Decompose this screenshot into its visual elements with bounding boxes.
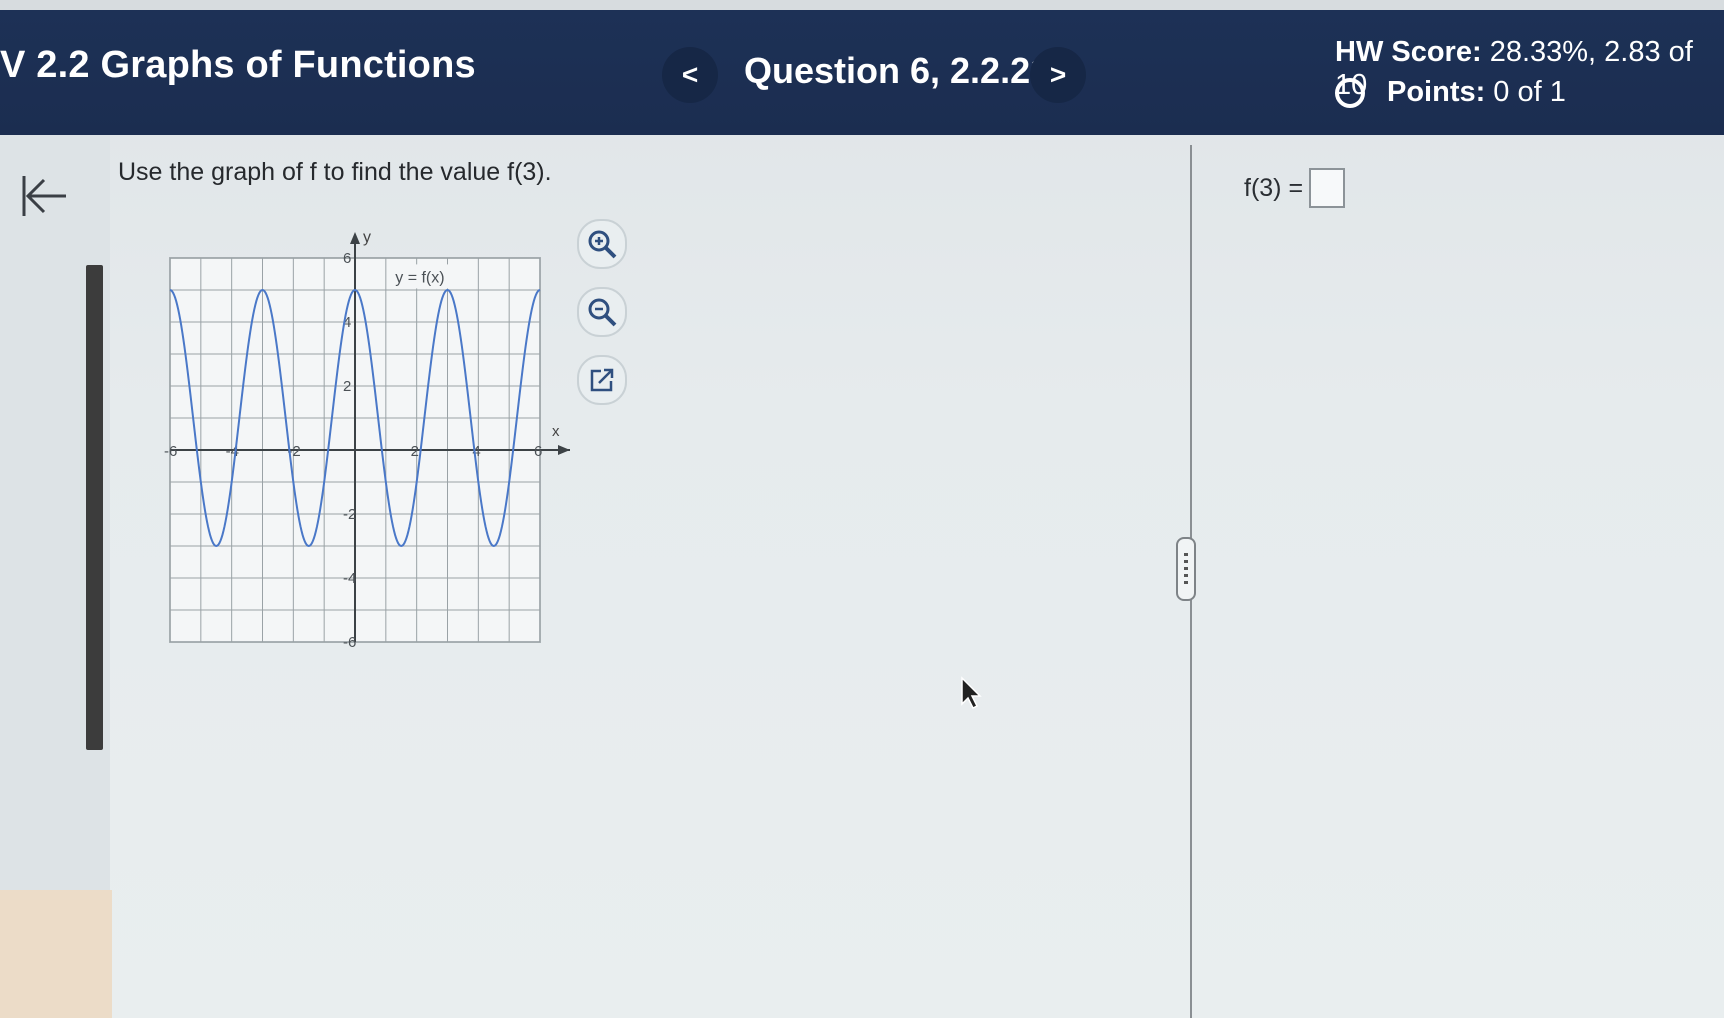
points-value: 0 of 1: [1493, 76, 1566, 108]
zoom-out-button[interactable]: [577, 287, 627, 337]
y-axis-label: y: [363, 229, 371, 246]
incomplete-circle-icon: [1335, 77, 1365, 108]
points-label: Points:: [1387, 76, 1486, 108]
scrollbar[interactable]: [86, 265, 103, 750]
zoom-in-button[interactable]: [577, 219, 627, 269]
arrow-left-bar-icon: [22, 176, 66, 216]
chevron-right-icon: >: [1049, 59, 1067, 90]
answer-input[interactable]: [1309, 168, 1346, 208]
mouse-cursor-icon: [960, 676, 982, 715]
popout-button[interactable]: [577, 355, 627, 405]
hw-score-label: HW Score:: [1335, 36, 1482, 68]
x-tick-label: 6: [534, 443, 542, 460]
left-rail-footer: [0, 890, 112, 1018]
top-strip: [0, 0, 1724, 10]
previous-question-button[interactable]: <: [662, 47, 718, 103]
next-question-button[interactable]: >: [1030, 47, 1086, 103]
x-tick-label: 2: [411, 443, 419, 460]
grip-dots-icon: [1184, 553, 1188, 585]
y-tick-label: 6: [343, 250, 351, 267]
y-axis-arrow-icon: [350, 232, 360, 244]
function-graph: yx-6 -4 -2 2 4 6642-2-4-6y = f(x): [164, 229, 570, 651]
zoom-in-icon: [588, 230, 617, 259]
points-status: Points: 0 of 1: [1335, 76, 1566, 109]
x-axis-label: x: [552, 423, 560, 440]
external-link-icon: [590, 368, 614, 392]
y-tick-label: -4: [343, 570, 356, 587]
header-bar: V 2.2 Graphs of Functions < Question 6, …: [0, 10, 1724, 135]
y-tick-label: -6: [343, 634, 356, 651]
y-tick-label: -2: [343, 506, 356, 523]
pane-resize-handle[interactable]: [1176, 537, 1196, 601]
x-axis-arrow-icon: [558, 445, 570, 455]
question-prompt: Use the graph of f to find the value f(3…: [118, 158, 552, 186]
x-tick-label: -6: [164, 443, 177, 460]
chevron-left-icon: <: [681, 59, 699, 90]
y-tick-label: 2: [343, 378, 351, 395]
question-title: Question 6, 2.2.21: [744, 50, 1051, 91]
collapse-panel-button[interactable]: [18, 170, 70, 222]
zoom-out-icon: [588, 298, 617, 327]
answer-label: f(3) =: [1244, 173, 1304, 202]
function-label: y = f(x): [395, 269, 444, 286]
assignment-title: V 2.2 Graphs of Functions: [0, 44, 476, 86]
answer-row: f(3) =: [1244, 168, 1346, 208]
